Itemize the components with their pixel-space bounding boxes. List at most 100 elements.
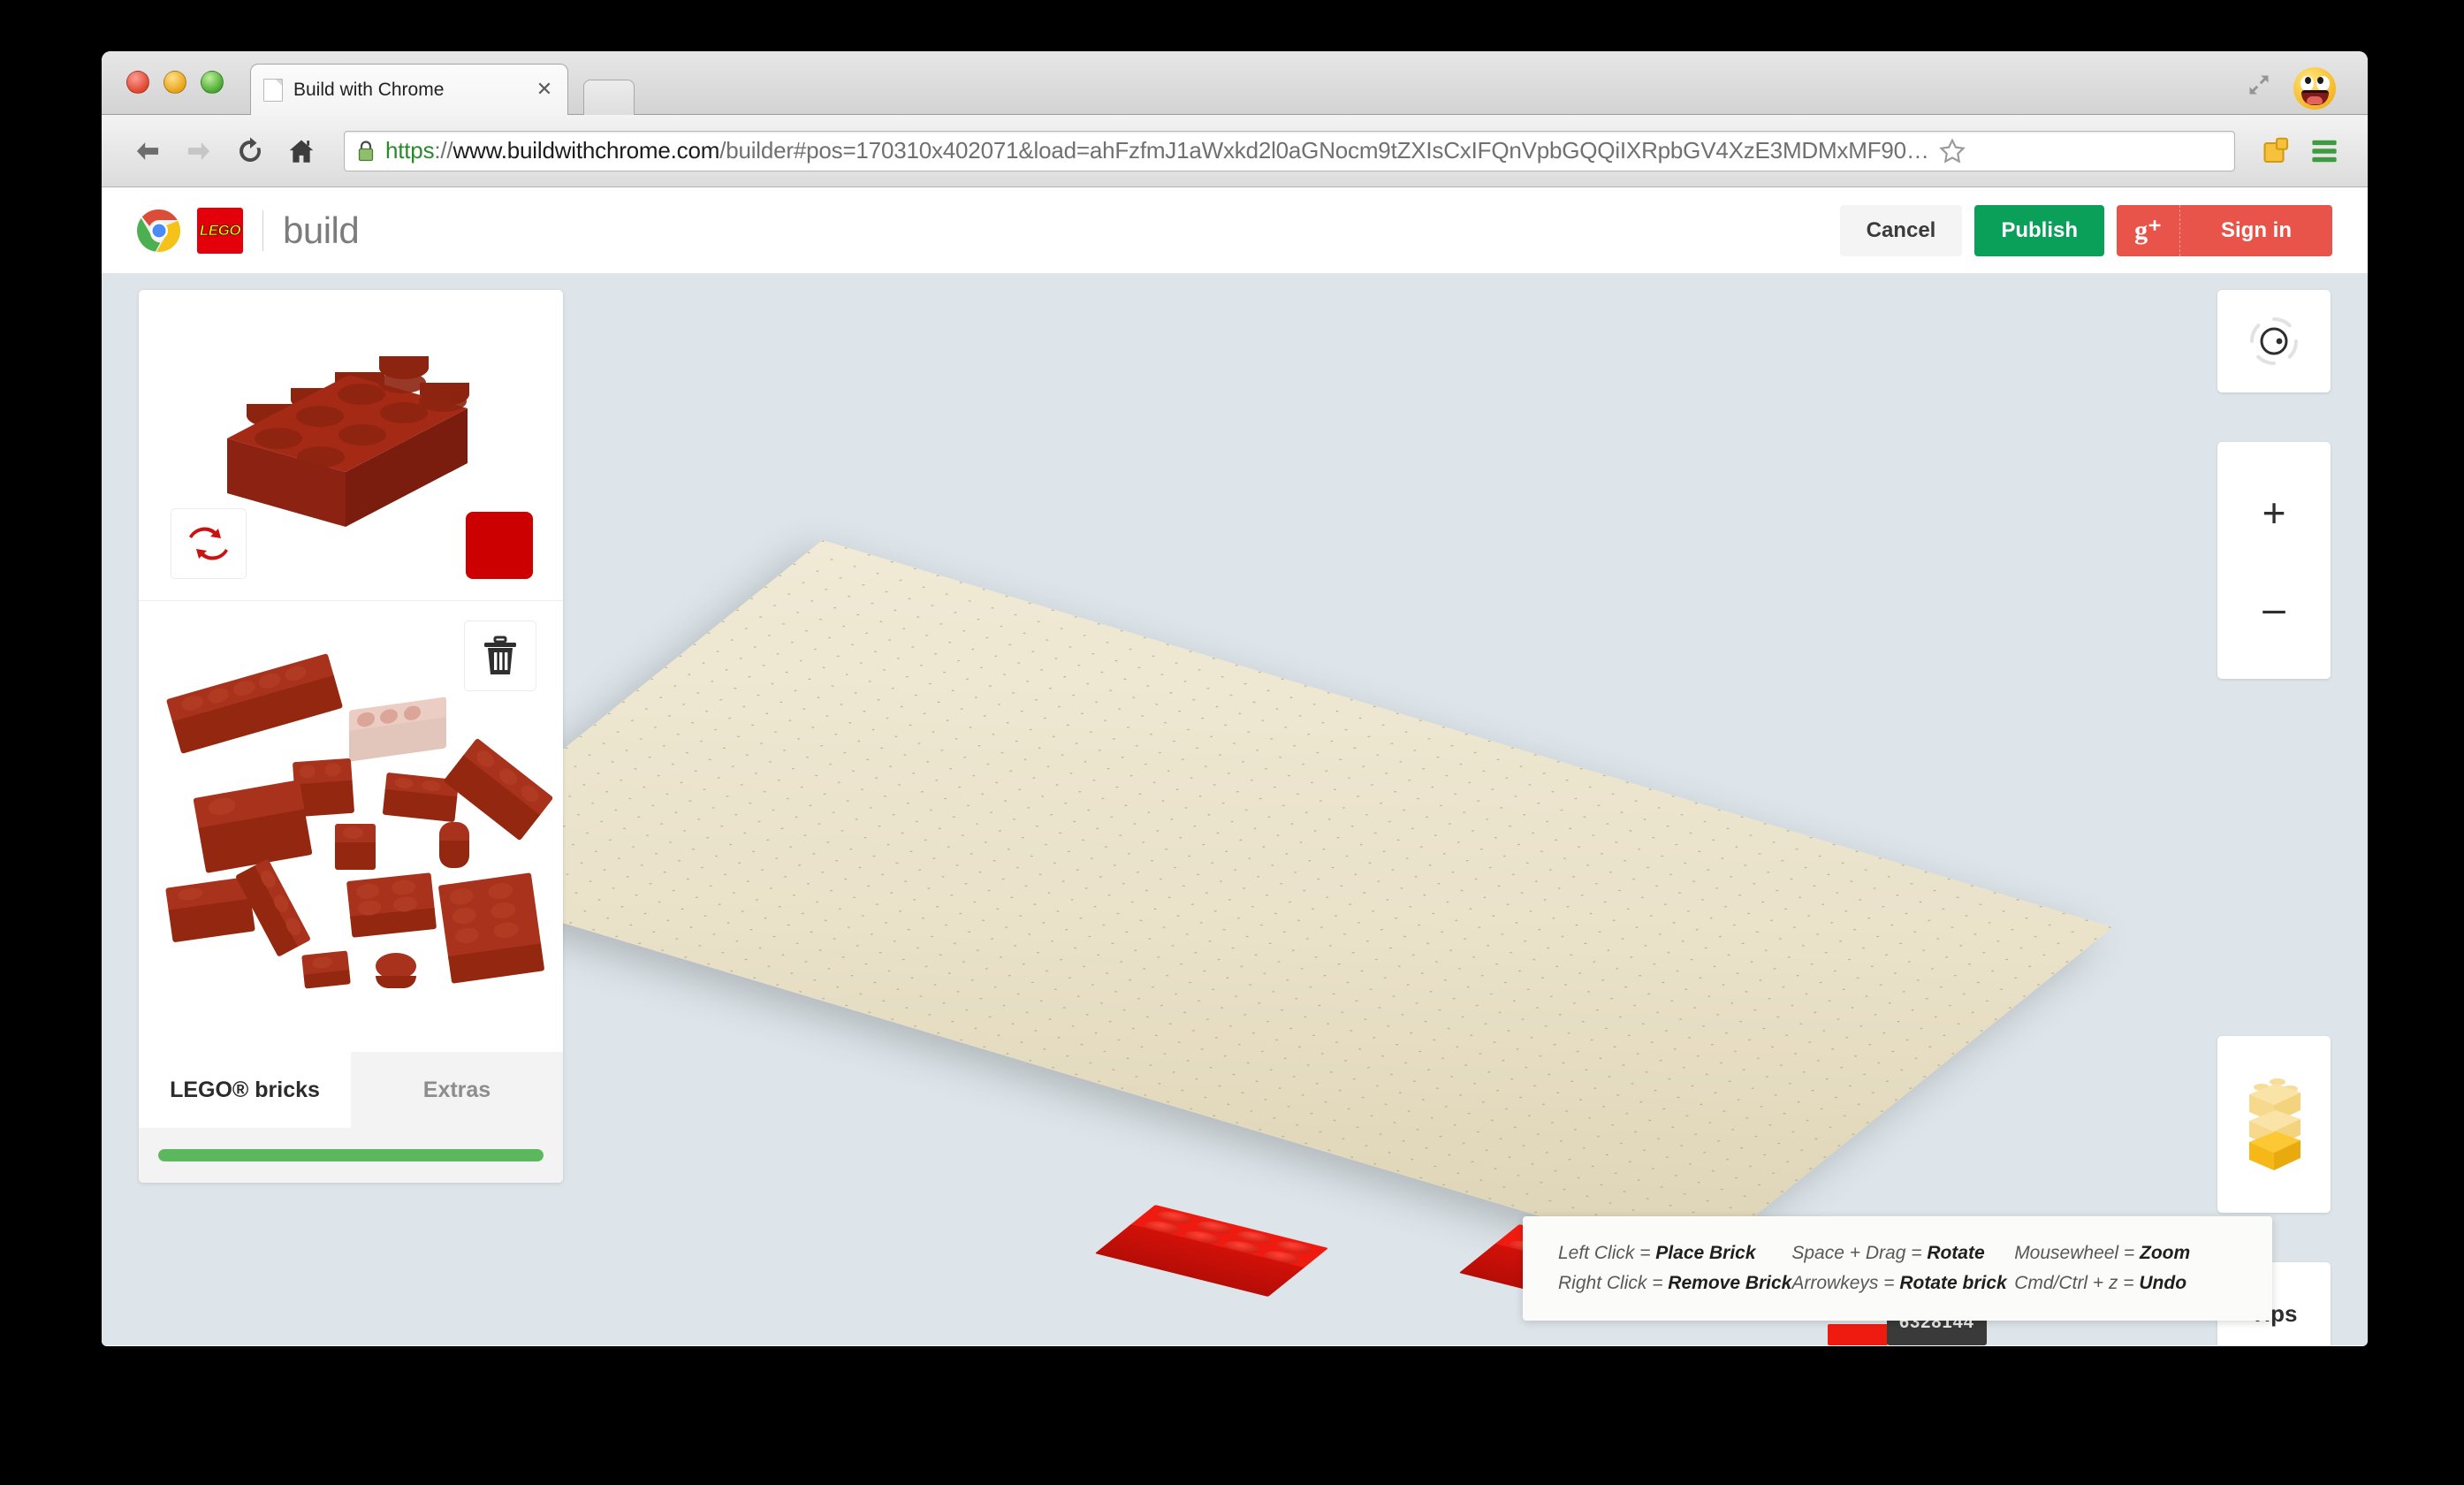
avatar-tongue [2307,96,2323,104]
lego-logo-text: LEGO [199,221,241,239]
tab-lego-bricks[interactable]: LEGO® bricks [139,1052,351,1128]
reload-button[interactable] [227,128,273,174]
header-divider [262,209,263,251]
tab-extras[interactable]: Extras [351,1052,563,1128]
selected-brick-preview [139,290,563,601]
mini-brick-marker [1828,1324,1888,1345]
tip-value: Rotate brick [1899,1273,2007,1293]
home-icon [289,140,314,163]
lego-baseplate[interactable] [406,540,2113,1263]
tip-value: Rotate [1927,1242,1985,1263]
tip-row: Arrowkeys = Rotate brick [1791,1268,2014,1298]
tip-row: Left Click = Place Brick [1558,1238,1791,1268]
zoom-in-button[interactable]: + [2217,465,2331,560]
palette-tabs: LEGO® bricks Extras [139,1052,563,1128]
google-plus-icon[interactable]: g⁺ [2117,204,2180,256]
forward-arrow-icon [187,141,210,160]
progress-track [158,1149,544,1161]
browser-titlebar: Build with Chrome ✕ [102,51,2368,115]
reload-icon [240,136,262,162]
window-maximize-button[interactable] [201,71,224,94]
tip-key: Cmd/Ctrl + z = [2014,1273,2140,1293]
extension-icon[interactable] [2256,131,2297,171]
tip-row: Space + Drag = Rotate [1791,1238,2014,1268]
tip-value: Undo [2139,1273,2187,1293]
loading-progress [139,1128,563,1183]
page-favicon-icon [263,78,283,102]
window-minimize-button[interactable] [164,71,186,94]
zoom-out-button[interactable]: – [2217,560,2331,656]
lock-icon [358,140,374,161]
tips-column-2: Space + Drag = Rotate Arrowkeys = Rotate… [1791,1238,2014,1298]
palette-round-1x1[interactable] [439,822,469,868]
tip-row: Mousewheel = Zoom [2014,1238,2237,1268]
browser-tab[interactable]: Build with Chrome ✕ [250,64,568,115]
rotate-arrows-icon [189,527,228,560]
tip-key: Arrowkeys = [1791,1273,1900,1293]
camera-orbit-button[interactable] [2217,290,2331,392]
window-close-button[interactable] [126,71,149,94]
forward-button[interactable] [176,128,222,174]
zoom-controls: + – [2217,442,2331,679]
url-text: https://www.buildwithchrome.com/builder#… [385,137,1929,164]
yellow-brick-stack-icon [2249,1078,2300,1170]
tips-column-1: Left Click = Place Brick Right Click = R… [1558,1238,1791,1298]
build-canvas[interactable]: 6328144 LEGO® bricks Extras + – Tips Lef… [102,274,2368,1345]
palette-slope-large[interactable] [193,780,313,873]
bookmark-star-icon[interactable] [1938,137,1966,165]
back-button[interactable] [125,128,171,174]
palette-brick-1x6[interactable] [165,653,344,754]
publish-button[interactable]: Publish [1974,204,2104,256]
camera-orbit-icon [2249,316,2299,366]
header-actions: Cancel Publish g⁺ Sign in [1828,204,2332,256]
palette-round-plate[interactable] [376,953,416,988]
tip-key: Left Click = [1558,1242,1656,1263]
address-bar[interactable]: https://www.buildwithchrome.com/builder#… [344,130,2235,171]
brick-stack-button[interactable] [2217,1036,2331,1213]
palette-brick-1x1[interactable] [335,824,376,870]
hamburger-menu-icon [2312,140,2337,162]
sign-in-group[interactable]: g⁺ Sign in [2117,204,2332,256]
tip-row: Cmd/Ctrl + z = Undo [2014,1268,2237,1298]
tip-key: Mousewheel = [2014,1242,2141,1263]
tip-key: Right Click = [1558,1273,1669,1293]
tip-value: Zoom [2140,1242,2191,1263]
new-tab-button[interactable] [583,80,635,115]
fullscreen-expand-icon[interactable] [2246,72,2272,97]
preview-brick-2x4-icon [227,356,469,527]
rotate-brick-button[interactable] [171,508,247,579]
puzzle-extension-icon [2263,137,2289,163]
tip-value: Remove Brick [1668,1273,1792,1293]
palette-plate-2x2[interactable] [346,872,437,938]
tips-overlay: Left Click = Place Brick Right Click = R… [1523,1216,2272,1321]
app-title: build [283,209,360,251]
browser-window: Build with Chrome ✕ https://www.buildwit… [102,51,2368,1346]
app-header: LEGO build Cancel Publish g⁺ Sign in [102,187,2368,274]
brick-list[interactable] [139,601,563,1052]
tab-close-icon[interactable]: ✕ [534,79,555,101]
palette-plate-2x4[interactable] [437,872,545,984]
color-swatch[interactable] [466,512,533,579]
view-controls-rail: + – Tips [2217,290,2331,1345]
brick-palette-panel: LEGO® bricks Extras [139,290,563,1183]
tip-key: Space + Drag = [1791,1242,1928,1263]
chrome-menu-button[interactable] [2304,131,2345,171]
tab-title: Build with Chrome [293,79,445,100]
tips-column-3: Mousewheel = Zoom Cmd/Ctrl + z = Undo [2014,1238,2237,1298]
avatar-pupil-right [2317,77,2323,84]
cancel-button[interactable]: Cancel [1839,204,1963,256]
tip-row: Right Click = Remove Brick [1558,1268,1791,1298]
trash-icon [484,636,516,674]
progress-fill [158,1149,544,1161]
avatar-pupil-left [2305,77,2311,84]
placed-brick-1[interactable] [1094,1205,1329,1297]
sign-in-button[interactable]: Sign in [2180,218,2332,243]
home-button[interactable] [278,128,324,174]
palette-brick-2x4-highlight[interactable] [349,697,446,762]
browser-toolbar: https://www.buildwithchrome.com/builder#… [102,115,2368,187]
chrome-logo-icon [137,209,181,252]
avatar[interactable] [2293,67,2336,110]
palette-plate-1x1[interactable] [301,950,351,989]
back-arrow-icon [136,141,159,160]
delete-button[interactable] [464,621,536,691]
